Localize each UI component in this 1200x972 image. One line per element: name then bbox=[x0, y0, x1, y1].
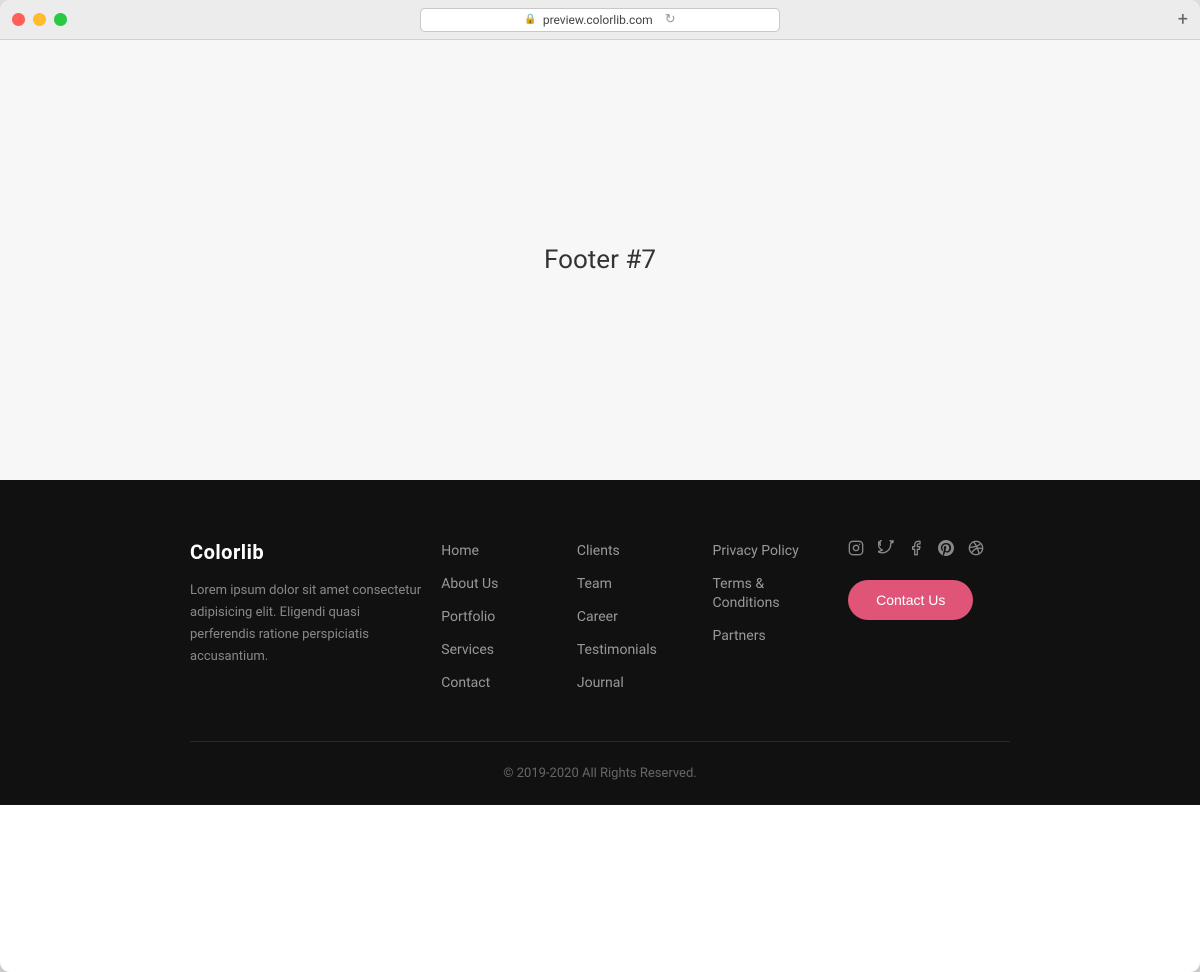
nav-item-testimonials[interactable]: Testimonials bbox=[577, 639, 693, 658]
contact-us-button[interactable]: Contact Us bbox=[848, 580, 973, 620]
nav-item-career[interactable]: Career bbox=[577, 606, 693, 625]
footer-nav-col-1: Home About Us Portfolio Services Contact bbox=[441, 540, 557, 691]
footer-grid: Colorlib Lorem ipsum dolor sit amet cons… bbox=[190, 540, 1010, 741]
footer-brand-column: Colorlib Lorem ipsum dolor sit amet cons… bbox=[190, 540, 421, 691]
brand-name: Colorlib bbox=[190, 540, 421, 564]
footer-nav-col-2: Clients Team Career Testimonials Journal bbox=[577, 540, 693, 691]
nav-item-team[interactable]: Team bbox=[577, 573, 693, 592]
footer-nav-list-2: Clients Team Career Testimonials Journal bbox=[577, 540, 693, 691]
url-text: preview.colorlib.com bbox=[543, 13, 653, 27]
footer-nav-list-3: Privacy Policy Terms & Conditions Partne… bbox=[713, 540, 829, 644]
reload-icon[interactable]: ↻ bbox=[665, 12, 676, 27]
nav-item-about[interactable]: About Us bbox=[441, 573, 557, 592]
titlebar: 🔒 preview.colorlib.com ↻ + bbox=[0, 0, 1200, 40]
footer: Colorlib Lorem ipsum dolor sit amet cons… bbox=[0, 480, 1200, 805]
footer-nav-col-3: Privacy Policy Terms & Conditions Partne… bbox=[713, 540, 829, 691]
browser-window: 🔒 preview.colorlib.com ↻ + Footer #7 Col… bbox=[0, 0, 1200, 972]
traffic-lights bbox=[12, 13, 67, 26]
lock-icon: 🔒 bbox=[524, 14, 536, 25]
nav-item-terms[interactable]: Terms & Conditions bbox=[713, 573, 829, 611]
nav-item-clients[interactable]: Clients bbox=[577, 540, 693, 559]
nav-item-journal[interactable]: Journal bbox=[577, 672, 693, 691]
dribbble-icon[interactable] bbox=[968, 540, 984, 560]
maximize-button[interactable] bbox=[54, 13, 67, 26]
nav-item-services[interactable]: Services bbox=[441, 639, 557, 658]
minimize-button[interactable] bbox=[33, 13, 46, 26]
nav-item-contact[interactable]: Contact bbox=[441, 672, 557, 691]
new-tab-button[interactable]: + bbox=[1178, 9, 1188, 30]
nav-item-portfolio[interactable]: Portfolio bbox=[441, 606, 557, 625]
nav-item-privacy[interactable]: Privacy Policy bbox=[713, 540, 829, 559]
footer-social-column: Contact Us bbox=[848, 540, 1010, 691]
close-button[interactable] bbox=[12, 13, 25, 26]
footer-description: Lorem ipsum dolor sit amet consectetur a… bbox=[190, 580, 421, 668]
nav-item-home[interactable]: Home bbox=[441, 540, 557, 559]
url-bar[interactable]: 🔒 preview.colorlib.com ↻ bbox=[420, 8, 780, 32]
footer-inner: Colorlib Lorem ipsum dolor sit amet cons… bbox=[150, 540, 1050, 805]
page-content-area: Footer #7 bbox=[0, 40, 1200, 480]
pinterest-icon[interactable] bbox=[938, 540, 954, 560]
nav-item-partners[interactable]: Partners bbox=[713, 625, 829, 644]
facebook-icon[interactable] bbox=[908, 540, 924, 560]
footer-nav-list-1: Home About Us Portfolio Services Contact bbox=[441, 540, 557, 691]
twitter-icon[interactable] bbox=[878, 540, 894, 560]
page-title: Footer #7 bbox=[544, 245, 656, 275]
instagram-icon[interactable] bbox=[848, 540, 864, 560]
footer-copyright: © 2019-2020 All Rights Reserved. bbox=[190, 742, 1010, 805]
social-icons-group bbox=[848, 540, 984, 560]
